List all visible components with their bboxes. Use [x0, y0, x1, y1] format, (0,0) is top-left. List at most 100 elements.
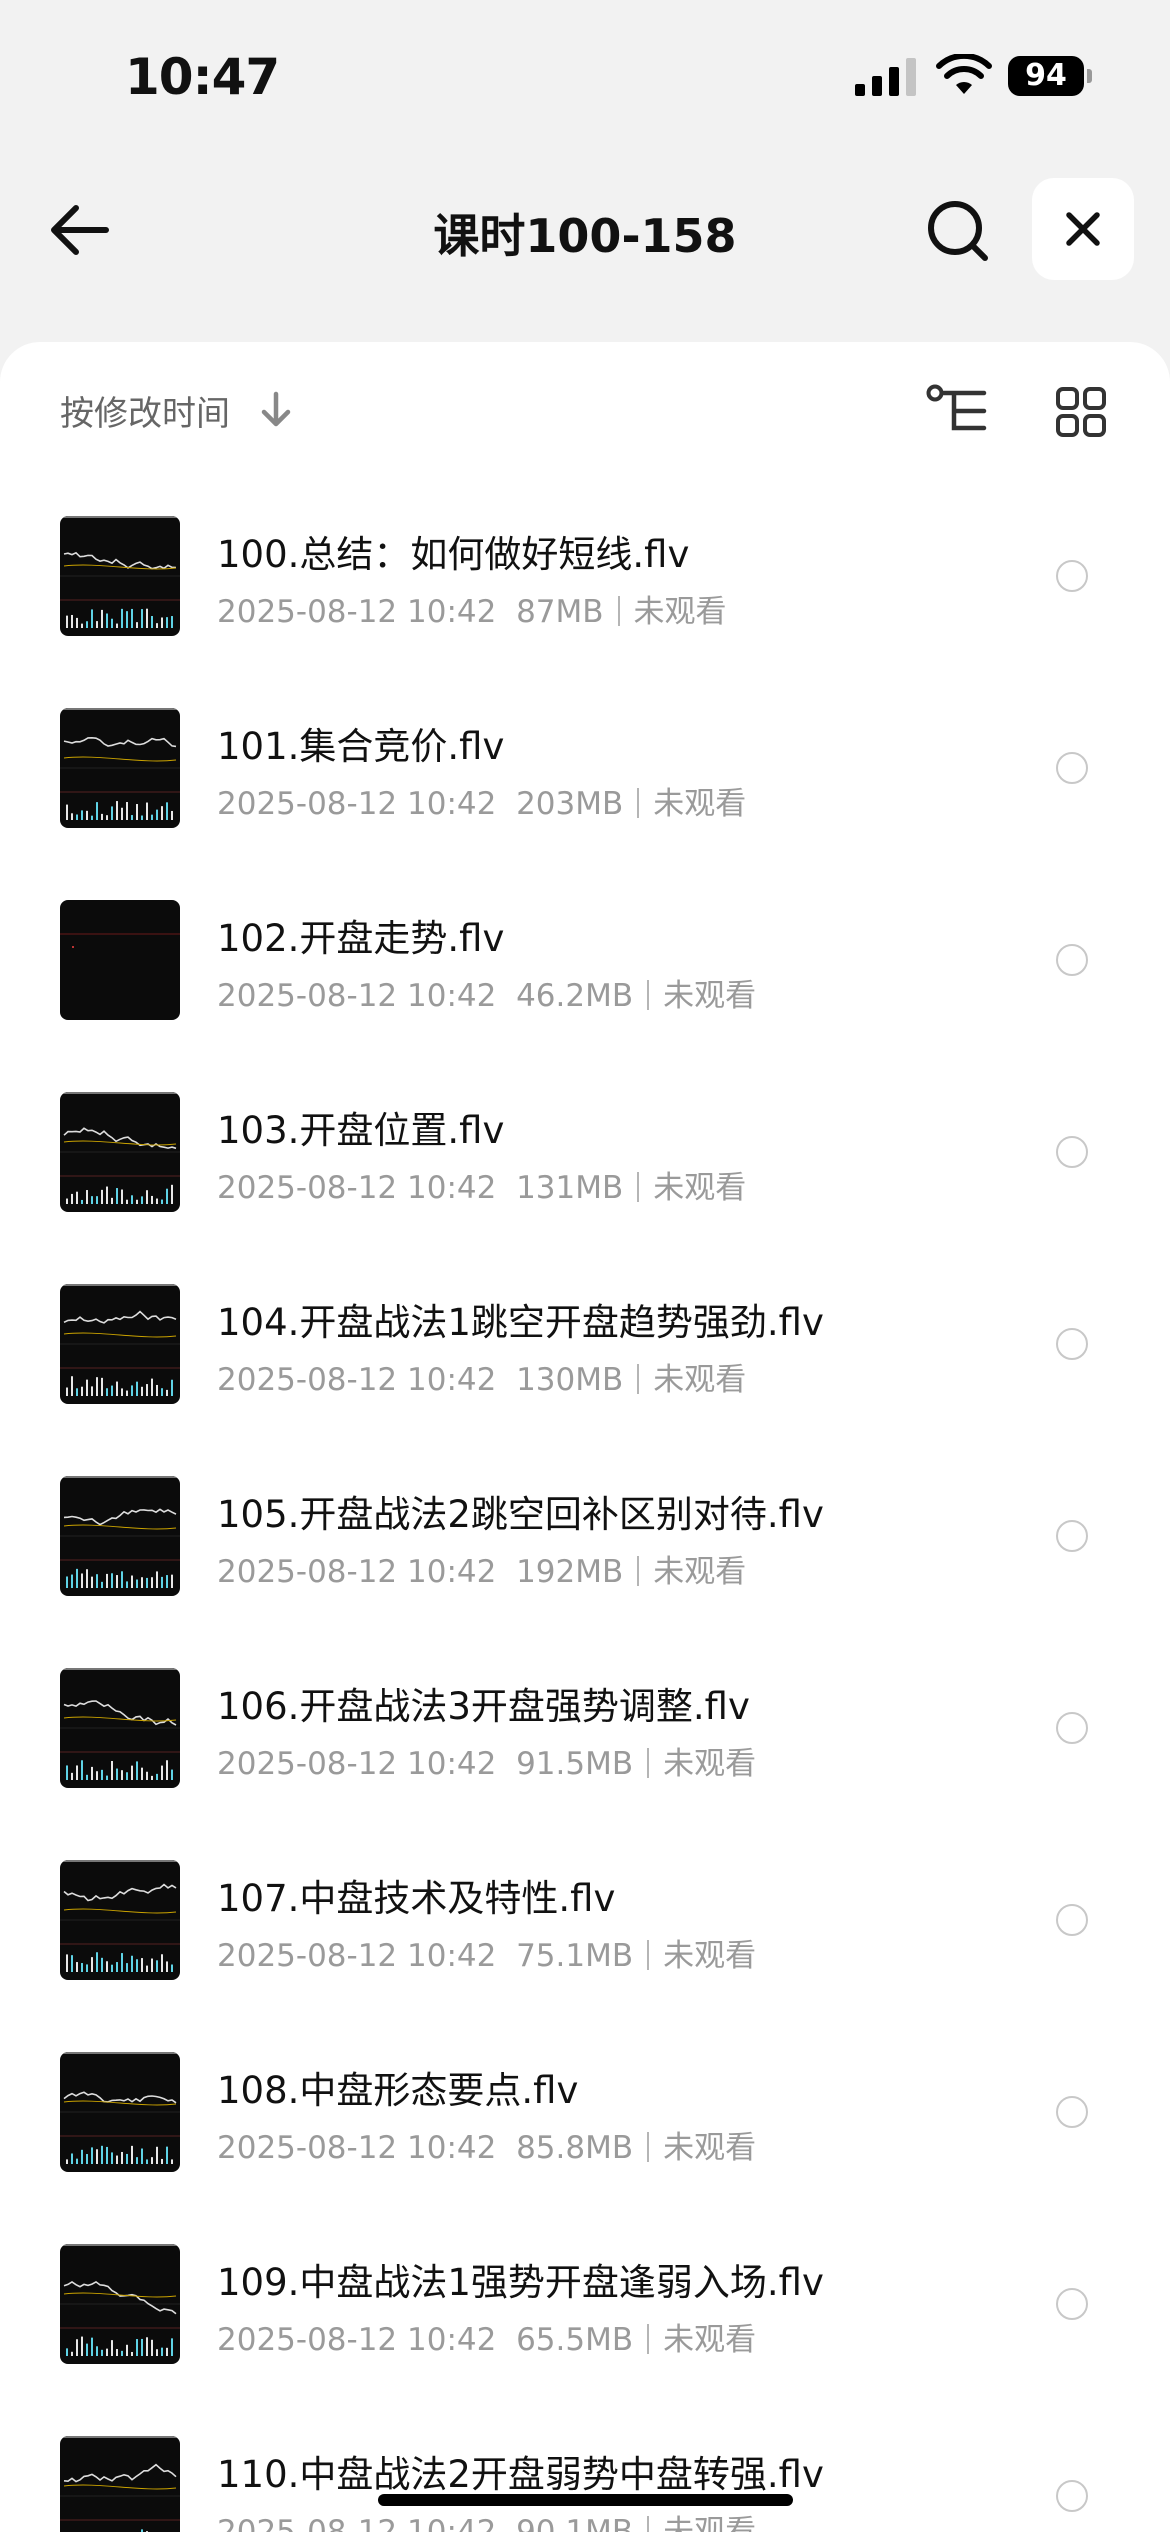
file-date: 2025-08-12 10:42: [217, 2514, 497, 2532]
search-icon[interactable]: [925, 198, 991, 264]
file-meta: 2025-08-12 10:42 65.5MB 未观看: [217, 2314, 756, 2359]
select-radio[interactable]: [1056, 1136, 1088, 1168]
watch-status: 未观看: [633, 594, 727, 630]
navigation-bar: 课时100-158: [0, 170, 1170, 290]
file-name: 102.开盘走势.flv: [217, 917, 505, 960]
video-thumbnail: [60, 1476, 180, 1596]
list-item[interactable]: 108.中盘形态要点.flv 2025-08-12 10:42 85.8MB 未观…: [0, 2018, 1170, 2210]
battery-icon: 94: [1008, 56, 1092, 96]
list-item[interactable]: 104.开盘战法1跳空开盘趋势强劲.flv 2025-08-12 10:42 1…: [0, 1250, 1170, 1442]
select-radio[interactable]: [1056, 560, 1088, 592]
list-item[interactable]: 109.中盘战法1强势开盘逢弱入场.flv 2025-08-12 10:42 6…: [0, 2210, 1170, 2402]
select-radio[interactable]: [1056, 2288, 1088, 2320]
sort-by-modified-time[interactable]: 按修改时间: [60, 386, 230, 435]
watch-status: 未观看: [653, 1362, 747, 1398]
file-date: 2025-08-12 10:42: [217, 1170, 497, 1206]
file-list-panel: 按修改时间 100.总结：如何做好短线.flv 2025-08-12 10:42…: [0, 342, 1170, 2532]
file-meta: 2025-08-12 10:42 75.1MB 未观看: [217, 1930, 756, 1975]
file-name: 100.总结：如何做好短线.flv: [217, 533, 690, 576]
file-name: 109.中盘战法1强势开盘逢弱入场.flv: [217, 2261, 824, 2304]
video-thumbnail: [60, 708, 180, 828]
file-size: 65.5MB: [516, 2322, 634, 2358]
file-size: 75.1MB: [516, 1938, 634, 1974]
page-title: 课时100-158: [433, 209, 737, 263]
list-item[interactable]: 102.开盘走势.flv 2025-08-12 10:42 46.2MB 未观看: [0, 866, 1170, 1058]
watch-status: 未观看: [663, 1746, 757, 1782]
cellular-signal-icon: [855, 58, 916, 96]
file-name: 110.中盘战法2开盘弱势中盘转强.flv: [217, 2453, 824, 2496]
file-date: 2025-08-12 10:42: [217, 1746, 497, 1782]
list-item[interactable]: 105.开盘战法2跳空回补区别对待.flv 2025-08-12 10:42 1…: [0, 1442, 1170, 1634]
watch-status: 未观看: [653, 786, 747, 822]
file-meta: 2025-08-12 10:42 130MB 未观看: [217, 1354, 746, 1399]
video-thumbnail: [60, 900, 180, 1020]
file-name: 104.开盘战法1跳空开盘趋势强劲.flv: [217, 1301, 824, 1344]
file-size: 85.8MB: [516, 2130, 634, 2166]
file-size: 46.2MB: [516, 978, 634, 1014]
select-radio[interactable]: [1056, 2480, 1088, 2512]
select-radio[interactable]: [1056, 1520, 1088, 1552]
list-item[interactable]: 106.开盘战法3开盘强势调整.flv 2025-08-12 10:42 91.…: [0, 1634, 1170, 1826]
wifi-icon: [936, 54, 992, 94]
file-meta: 2025-08-12 10:42 85.8MB 未观看: [217, 2122, 756, 2167]
watch-status: 未观看: [663, 2322, 757, 2358]
video-thumbnail: [60, 1284, 180, 1404]
watch-status: 未观看: [663, 2130, 757, 2166]
select-radio[interactable]: [1056, 752, 1088, 784]
file-date: 2025-08-12 10:42: [217, 594, 497, 630]
status-time: 10:47: [125, 48, 280, 106]
video-thumbnail: [60, 2244, 180, 2364]
watch-status: 未观看: [653, 1170, 747, 1206]
file-date: 2025-08-12 10:42: [217, 2130, 497, 2166]
list-item[interactable]: 103.开盘位置.flv 2025-08-12 10:42 131MB 未观看: [0, 1058, 1170, 1250]
file-meta: 2025-08-12 10:42 131MB 未观看: [217, 1162, 746, 1207]
file-size: 91.5MB: [516, 1746, 634, 1782]
file-size: 87MB: [516, 594, 604, 630]
home-indicator: [378, 2494, 793, 2506]
back-arrow-icon[interactable]: [48, 200, 112, 260]
video-thumbnail: [60, 1668, 180, 1788]
file-name: 108.中盘形态要点.flv: [217, 2069, 579, 2112]
file-name: 107.中盘技术及特性.flv: [217, 1877, 616, 1920]
list-item[interactable]: 107.中盘技术及特性.flv 2025-08-12 10:42 75.1MB 未…: [0, 1826, 1170, 2018]
select-radio[interactable]: [1056, 1904, 1088, 1936]
file-meta: 2025-08-12 10:42 192MB 未观看: [217, 1546, 746, 1591]
file-name: 103.开盘位置.flv: [217, 1109, 505, 1152]
file-date: 2025-08-12 10:42: [217, 786, 497, 822]
sort-down-arrow-icon[interactable]: [258, 390, 294, 430]
file-meta: 2025-08-12 10:42 90.1MB 未观看: [217, 2506, 756, 2532]
file-name: 105.开盘战法2跳空回补区别对待.flv: [217, 1493, 824, 1536]
status-bar: 10:47 94: [0, 0, 1170, 150]
sort-bar: 按修改时间: [0, 342, 1170, 482]
list-item[interactable]: 100.总结：如何做好短线.flv 2025-08-12 10:42 87MB 未…: [0, 482, 1170, 674]
file-name: 101.集合竞价.flv: [217, 725, 505, 768]
grid-view-icon[interactable]: [1055, 386, 1107, 438]
watch-status: 未观看: [663, 1938, 757, 1974]
file-date: 2025-08-12 10:42: [217, 2322, 497, 2358]
file-meta: 2025-08-12 10:42 91.5MB 未观看: [217, 1738, 756, 1783]
close-button[interactable]: [1032, 178, 1134, 280]
tree-view-icon[interactable]: [926, 384, 990, 436]
file-name: 106.开盘战法3开盘强势调整.flv: [217, 1685, 750, 1728]
file-meta: 2025-08-12 10:42 46.2MB 未观看: [217, 970, 756, 1015]
file-size: 90.1MB: [516, 2514, 634, 2532]
file-date: 2025-08-12 10:42: [217, 1938, 497, 1974]
file-date: 2025-08-12 10:42: [217, 978, 497, 1014]
list-item[interactable]: 101.集合竞价.flv 2025-08-12 10:42 203MB 未观看: [0, 674, 1170, 866]
watch-status: 未观看: [653, 1554, 747, 1590]
file-date: 2025-08-12 10:42: [217, 1554, 497, 1590]
select-radio[interactable]: [1056, 1328, 1088, 1360]
battery-level: 94: [1008, 56, 1084, 96]
file-size: 130MB: [516, 1362, 624, 1398]
video-thumbnail: [60, 1860, 180, 1980]
file-size: 192MB: [516, 1554, 624, 1590]
file-date: 2025-08-12 10:42: [217, 1362, 497, 1398]
file-meta: 2025-08-12 10:42 203MB 未观看: [217, 778, 746, 823]
select-radio[interactable]: [1056, 944, 1088, 976]
list-item[interactable]: 110.中盘战法2开盘弱势中盘转强.flv 2025-08-12 10:42 9…: [0, 2402, 1170, 2532]
select-radio[interactable]: [1056, 1712, 1088, 1744]
file-meta: 2025-08-12 10:42 87MB 未观看: [217, 586, 727, 631]
select-radio[interactable]: [1056, 2096, 1088, 2128]
close-icon: [1066, 212, 1100, 246]
watch-status: 未观看: [663, 2514, 757, 2532]
